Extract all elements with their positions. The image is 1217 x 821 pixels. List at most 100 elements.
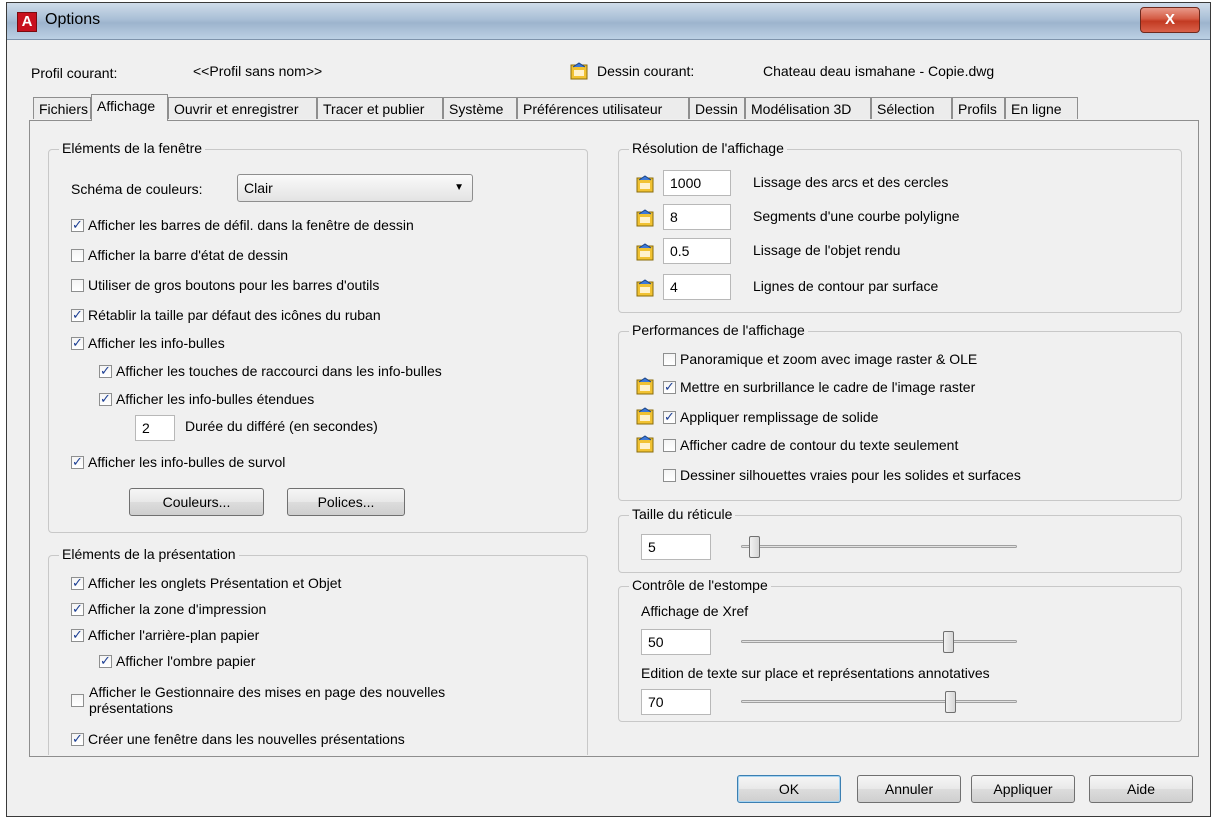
option-text-boundary-frame[interactable]: Afficher cadre de contour du texte seule… — [663, 436, 958, 454]
xref-fade-slider-track[interactable] — [741, 640, 1017, 643]
fonts-button[interactable]: Polices... — [287, 488, 405, 516]
tab-fichiers[interactable]: Fichiers — [33, 97, 91, 119]
checkbox[interactable] — [99, 390, 112, 408]
inplace-fade-slider-thumb[interactable] — [945, 691, 956, 713]
polyline-segments-input[interactable]: 8 — [663, 204, 731, 230]
close-button[interactable]: X — [1140, 7, 1200, 33]
checkbox[interactable] — [71, 694, 84, 707]
rendered-smoothness-label: Lissage de l'objet rendu — [753, 242, 901, 258]
drawing-settings-icon — [636, 377, 654, 395]
tab-tracer-publier[interactable]: Tracer et publier — [317, 97, 443, 119]
arc-smoothness-input[interactable]: 1000 — [663, 170, 731, 196]
option-label: Afficher les barres de défil. dans la fe… — [88, 217, 414, 233]
option-print-area[interactable]: Afficher la zone d'impression — [71, 600, 266, 618]
checkbox[interactable] — [663, 353, 676, 366]
drawing-settings-icon — [636, 243, 654, 261]
color-scheme-value: Clair — [244, 180, 273, 196]
option-large-buttons[interactable]: Utiliser de gros boutons pour les barres… — [71, 276, 379, 294]
xref-fade-label: Affichage de Xref — [641, 603, 749, 619]
option-highlight-raster-frame[interactable]: Mettre en surbrillance le cadre de l'ima… — [663, 378, 975, 396]
colors-button[interactable]: Couleurs... — [129, 488, 264, 516]
option-true-silhouettes[interactable]: Dessiner silhouettes vraies pour les sol… — [663, 466, 1021, 484]
option-scrollbars[interactable]: Afficher les barres de défil. dans la fe… — [71, 216, 414, 234]
option-paper-background[interactable]: Afficher l'arrière-plan papier — [71, 626, 259, 644]
affichage-tab-panel: Eléments de la fenêtre Schéma de couleur… — [29, 120, 1199, 757]
checkbox[interactable] — [71, 574, 84, 592]
ok-button[interactable]: OK — [737, 775, 841, 803]
xref-fade-input[interactable]: 50 — [641, 629, 711, 655]
color-scheme-label: Schéma de couleurs: — [71, 181, 203, 197]
option-create-viewport[interactable]: Créer une fenêtre dans les nouvelles pré… — [71, 730, 405, 748]
drawing-settings-icon — [636, 175, 654, 193]
drawing-settings-icon — [636, 209, 654, 227]
apply-button[interactable]: Appliquer — [971, 775, 1075, 803]
current-drawing-value: Chateau deau ismahane - Copie.dwg — [763, 63, 995, 79]
fade-control-title: Contrôle de l'estompe — [629, 577, 771, 593]
option-label: Appliquer remplissage de solide — [680, 409, 879, 425]
option-label-line2: présentations — [89, 700, 174, 716]
profile-row: Profil courant: <<Profil sans nom>> Dess… — [7, 62, 1210, 83]
option-label: Afficher les info-bulles étendues — [116, 391, 315, 407]
help-button[interactable]: Aide — [1089, 775, 1193, 803]
tab-profils[interactable]: Profils — [952, 97, 1005, 119]
checkbox[interactable] — [71, 249, 84, 262]
title-bar[interactable]: A Options X — [7, 3, 1210, 40]
option-label: Afficher les info-bulles — [88, 335, 225, 351]
tab-dessin[interactable]: Dessin — [689, 97, 745, 119]
color-scheme-select[interactable]: Clair ▼ — [237, 174, 473, 202]
option-layout-tabs[interactable]: Afficher les onglets Présentation et Obj… — [71, 574, 341, 592]
option-label: Afficher l'arrière-plan papier — [88, 627, 260, 643]
drawing-settings-icon — [636, 407, 654, 425]
option-status-bar[interactable]: Afficher la barre d'état de dessin — [71, 246, 288, 264]
option-label-line1: Afficher le Gestionnaire des mises en pa… — [89, 684, 446, 700]
option-rollover-tooltips[interactable]: Afficher les info-bulles de survol — [71, 453, 285, 471]
checkbox[interactable] — [71, 626, 84, 644]
inplace-fade-input[interactable]: 70 — [641, 689, 711, 715]
option-solid-fill[interactable]: Appliquer remplissage de solide — [663, 408, 878, 426]
checkbox[interactable] — [71, 453, 84, 471]
checkbox[interactable] — [71, 216, 84, 234]
checkbox[interactable] — [663, 469, 676, 482]
checkbox[interactable] — [71, 306, 84, 324]
option-label: Rétablir la taille par défaut des icônes… — [88, 307, 381, 323]
xref-fade-slider-thumb[interactable] — [943, 631, 954, 653]
checkbox[interactable] — [663, 408, 676, 426]
crosshair-size-slider-track[interactable] — [741, 545, 1017, 548]
option-label: Afficher cadre de contour du texte seule… — [680, 437, 959, 453]
rendered-smoothness-input[interactable]: 0.5 — [663, 238, 731, 264]
option-tooltip-shortcuts[interactable]: Afficher les touches de raccourci dans l… — [99, 362, 442, 380]
inplace-fade-slider-track[interactable] — [741, 700, 1017, 703]
arc-smoothness-label: Lissage des arcs et des cercles — [753, 174, 949, 190]
display-performance-title: Performances de l'affichage — [629, 322, 808, 338]
option-label: Afficher les info-bulles de survol — [88, 454, 286, 470]
checkbox[interactable] — [71, 730, 84, 748]
checkbox[interactable] — [71, 600, 84, 618]
checkbox[interactable] — [99, 652, 112, 670]
option-extended-tooltips[interactable]: Afficher les info-bulles étendues — [99, 390, 314, 408]
tab-systeme[interactable]: Système — [443, 97, 517, 119]
tab-affichage[interactable]: Affichage — [91, 94, 168, 121]
contour-lines-input[interactable]: 4 — [663, 274, 731, 300]
option-tooltips[interactable]: Afficher les info-bulles — [71, 334, 225, 352]
tab-preferences-utilisateur[interactable]: Préférences utilisateur — [517, 97, 689, 119]
tooltip-delay-input[interactable]: 2 — [135, 415, 175, 441]
checkbox[interactable] — [663, 439, 676, 452]
tab-en-ligne[interactable]: En ligne — [1005, 97, 1078, 119]
option-pan-zoom-raster[interactable]: Panoramique et zoom avec image raster & … — [663, 350, 977, 368]
option-ribbon-icons[interactable]: Rétablir la taille par défaut des icônes… — [71, 306, 381, 324]
tab-ouvrir-enregistrer[interactable]: Ouvrir et enregistrer — [168, 97, 317, 119]
checkbox[interactable] — [71, 334, 84, 352]
layout-elements-title: Eléments de la présentation — [59, 546, 239, 562]
option-label: Afficher la barre d'état de dessin — [88, 247, 289, 263]
cancel-button[interactable]: Annuler — [857, 775, 961, 803]
tab-modelisation-3d[interactable]: Modélisation 3D — [745, 97, 871, 119]
tab-selection[interactable]: Sélection — [871, 97, 952, 119]
crosshair-size-input[interactable]: 5 — [641, 534, 711, 560]
checkbox[interactable] — [99, 362, 112, 380]
checkbox[interactable] — [663, 378, 676, 396]
option-paper-shadow[interactable]: Afficher l'ombre papier — [99, 652, 255, 670]
window-elements-group: Eléments de la fenêtre Schéma de couleur… — [48, 140, 588, 533]
checkbox[interactable] — [71, 279, 84, 292]
crosshair-size-slider-thumb[interactable] — [749, 536, 760, 558]
current-profile-label: Profil courant: — [31, 65, 118, 81]
